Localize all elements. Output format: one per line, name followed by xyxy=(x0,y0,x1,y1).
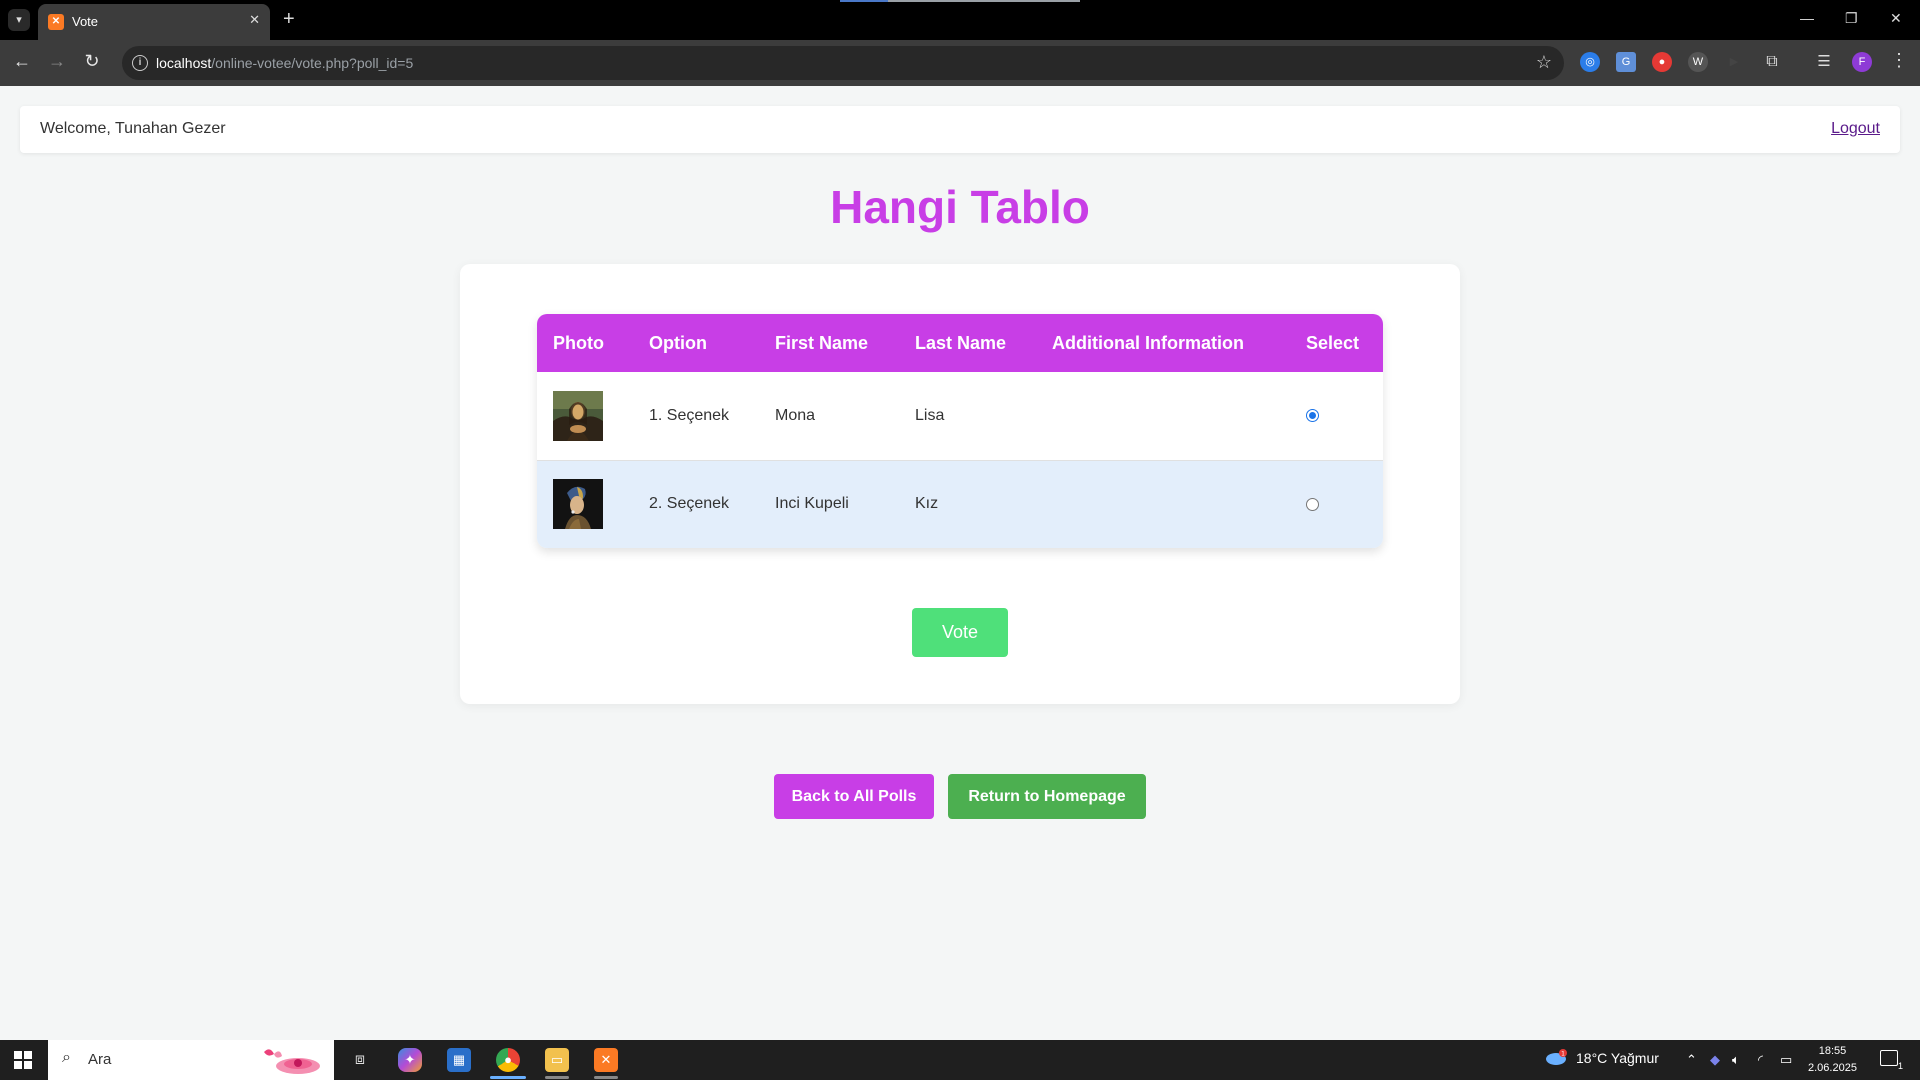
windows-start-icon[interactable] xyxy=(14,1051,32,1069)
table-row[interactable]: 1. Seçenek Mona Lisa xyxy=(537,372,1383,460)
table-header-row: Photo Option First Name Last Name Additi… xyxy=(537,314,1383,372)
back-to-all-polls-button[interactable]: Back to All Polls xyxy=(774,774,934,819)
search-icon: ⌕ xyxy=(62,1049,71,1066)
window-close-icon[interactable]: ✕ xyxy=(1890,10,1902,27)
weather-alert-badge: 1 xyxy=(1561,1051,1565,1058)
mona-lisa-thumbnail xyxy=(553,390,603,441)
tab-list-chevron-icon[interactable]: ▾ xyxy=(8,9,30,31)
vote-button[interactable]: Vote xyxy=(912,608,1008,657)
teams-tray-icon[interactable]: ◆ xyxy=(1710,1052,1720,1068)
chrome-icon[interactable]: ● xyxy=(496,1048,520,1072)
extensions-puzzle-icon[interactable]: ⧉ xyxy=(1762,52,1782,72)
browser-tab[interactable]: ✕ Vote ✕ xyxy=(38,4,270,40)
xampp-favicon-icon: ✕ xyxy=(48,14,64,30)
vote-card: Photo Option First Name Last Name Additi… xyxy=(460,264,1460,704)
extension-chevron-icon[interactable]: ▶ xyxy=(1724,52,1744,72)
browser-menu-icon[interactable]: ⋮ xyxy=(1890,50,1908,71)
extension-w-icon[interactable]: W xyxy=(1688,52,1708,72)
column-header-photo: Photo xyxy=(553,332,604,353)
logout-link[interactable]: Logout xyxy=(1831,120,1880,138)
return-to-homepage-button[interactable]: Return to Homepage xyxy=(948,774,1146,819)
url-text[interactable]: localhost/online-votee/vote.php?poll_id=… xyxy=(156,55,413,71)
xampp-running-indicator xyxy=(594,1076,618,1079)
taskbar-search[interactable]: ⌕ Ara xyxy=(48,1040,334,1080)
windows-taskbar: ⌕ Ara ⧈ ✦ ▦ ● ▭ ✕ 1 18°C Yağmur ⌃ ◆ 🔈︎ ◜… xyxy=(0,1040,1920,1080)
site-info-icon[interactable]: i xyxy=(132,55,148,71)
restore-icon[interactable]: ❐ xyxy=(1845,10,1858,27)
option-label: 1. Seçenek xyxy=(649,406,730,424)
first-name: Mona xyxy=(775,406,816,424)
minimize-icon[interactable]: — xyxy=(1800,10,1814,26)
option-radio-2[interactable] xyxy=(1306,497,1319,511)
forward-arrow-icon[interactable]: → xyxy=(45,51,69,72)
media-queue-icon[interactable]: ☰ xyxy=(1814,52,1834,72)
volume-icon[interactable]: 🔈︎ xyxy=(1732,1052,1740,1068)
chrome-active-indicator xyxy=(490,1076,526,1079)
task-view-icon[interactable]: ⧈ xyxy=(348,1048,372,1072)
battery-icon[interactable]: ▭ xyxy=(1780,1052,1792,1068)
profile-avatar[interactable]: F xyxy=(1852,52,1872,72)
options-table-container: Photo Option First Name Last Name Additi… xyxy=(537,314,1383,548)
tab-strip-indicator xyxy=(840,0,1080,2)
option-label: 2. Seçenek xyxy=(649,495,730,513)
welcome-bar: Welcome, Tunahan Gezer Logout xyxy=(20,106,1900,153)
photo-cell xyxy=(537,372,633,460)
photo-cell xyxy=(537,460,633,548)
tab-close-icon[interactable]: ✕ xyxy=(249,12,260,28)
column-header-additional-information: Additional Information xyxy=(1052,332,1244,353)
copilot-icon[interactable]: ✦ xyxy=(398,1048,422,1072)
bookmark-star-icon[interactable]: ☆ xyxy=(1536,52,1552,73)
additional-information xyxy=(1036,372,1290,460)
microsoft-store-icon[interactable]: ▦ xyxy=(447,1048,471,1072)
welcome-message: Welcome, Tunahan Gezer xyxy=(40,120,226,137)
column-header-first-name: First Name xyxy=(775,332,869,353)
page-title: Hangi Tablo xyxy=(830,181,1090,233)
extension-red-icon[interactable]: ● xyxy=(1652,52,1672,72)
weather-text[interactable]: 18°C Yağmur xyxy=(1576,1050,1659,1066)
weather-rain-icon[interactable]: 1 xyxy=(1544,1049,1568,1069)
clock-time: 18:55 xyxy=(1818,1045,1847,1057)
xampp-icon[interactable]: ✕ xyxy=(594,1048,618,1072)
explorer-running-indicator xyxy=(545,1076,569,1079)
select-cell xyxy=(1290,372,1383,460)
option-radio-1[interactable] xyxy=(1306,409,1319,423)
address-bar[interactable]: i localhost/online-votee/vote.php?poll_i… xyxy=(122,46,1564,80)
new-tab-plus-icon[interactable]: + xyxy=(283,8,295,30)
additional-information xyxy=(1036,460,1290,548)
column-header-select: Select xyxy=(1306,332,1360,353)
file-explorer-icon[interactable]: ▭ xyxy=(545,1048,569,1072)
first-name: Inci Kupeli xyxy=(775,495,849,513)
tray-chevron-up-icon[interactable]: ⌃ xyxy=(1686,1052,1697,1068)
clock-date: 2.06.2025 xyxy=(1808,1062,1857,1074)
notification-icon[interactable]: 1 xyxy=(1880,1050,1903,1071)
back-arrow-icon[interactable]: ← xyxy=(10,51,34,72)
search-placeholder: Ara xyxy=(88,1051,112,1068)
reload-icon[interactable]: ↻ xyxy=(80,51,104,72)
extension-shield-icon[interactable]: ◎ xyxy=(1580,52,1600,72)
column-header-option: Option xyxy=(649,332,707,353)
browser-tab-strip: ▾ ✕ Vote ✕ + — ❐ ✕ xyxy=(0,0,1920,40)
last-name: Kız xyxy=(915,495,939,513)
browser-toolbar: ← → ↻ i localhost/online-votee/vote.php?… xyxy=(0,40,1920,86)
select-cell xyxy=(1290,460,1383,548)
options-table: Photo Option First Name Last Name Additi… xyxy=(537,314,1383,548)
girl-with-pearl-earring-thumbnail xyxy=(553,479,603,530)
system-clock[interactable]: 18:55 2.06.2025 xyxy=(1808,1043,1857,1077)
search-highlight-flower-icon xyxy=(264,1049,320,1074)
last-name: Lisa xyxy=(915,406,945,424)
translate-extension-icon[interactable]: G xyxy=(1616,52,1636,72)
column-header-last-name: Last Name xyxy=(915,332,1007,353)
notification-count: 1 xyxy=(1897,1061,1903,1071)
wifi-icon[interactable]: ◜ xyxy=(1758,1052,1763,1068)
table-row[interactable]: 2. Seçenek Inci Kupeli Kız xyxy=(537,460,1383,548)
tab-title: Vote xyxy=(72,14,99,29)
